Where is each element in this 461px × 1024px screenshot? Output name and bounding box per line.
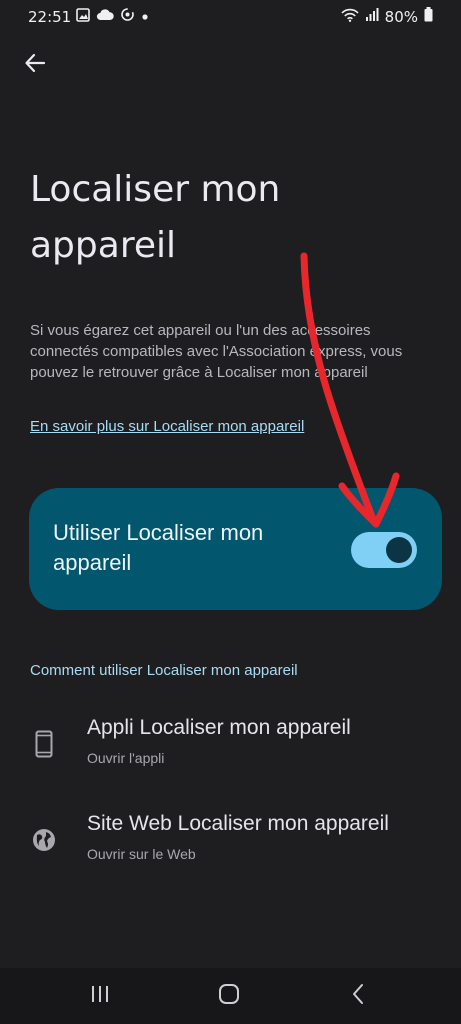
list-item-subtitle: Ouvrir l'appli	[87, 750, 165, 766]
how-to-use-section-header: Comment utiliser Localiser mon appareil	[30, 662, 298, 679]
list-item-subtitle: Ouvrir sur le Web	[87, 846, 196, 862]
use-find-my-device-label: Utiliser Localiser mon appareil	[53, 520, 264, 575]
switch-thumb	[386, 537, 412, 563]
list-item-app[interactable]: Appli Localiser mon appareil Ouvrir l'ap…	[0, 716, 461, 794]
status-time: 22:51	[28, 8, 72, 26]
dot-icon	[141, 8, 149, 26]
back-button[interactable]	[18, 48, 52, 82]
sync-icon	[120, 7, 135, 27]
list-item-website[interactable]: Site Web Localiser mon appareil Ouvrir s…	[0, 812, 461, 890]
image-icon	[76, 7, 90, 27]
globe-icon	[30, 826, 58, 854]
recents-button[interactable]	[85, 984, 115, 1008]
phone-icon	[30, 730, 58, 758]
recents-icon	[90, 984, 110, 1009]
list-item-title: Appli Localiser mon appareil	[87, 716, 351, 739]
page-description: Si vous égarez cet appareil ou l'un des …	[30, 322, 403, 381]
list-item-title: Site Web Localiser mon appareil	[87, 812, 389, 835]
home-button[interactable]	[214, 983, 244, 1010]
status-bar: 22:51 80%	[0, 0, 461, 36]
battery-percent: 80%	[384, 8, 418, 26]
use-find-my-device-card[interactable]: Utiliser Localiser mon appareil	[29, 488, 442, 610]
status-system-icons: 80%	[341, 7, 433, 27]
signal-icon	[365, 8, 379, 26]
arrow-back-icon	[24, 52, 46, 79]
learn-more-link[interactable]: En savoir plus sur Localiser mon apparei…	[30, 418, 304, 435]
page-title: Localiser mon appareil	[30, 169, 281, 266]
use-find-my-device-switch[interactable]	[351, 532, 417, 568]
back-nav-button[interactable]	[343, 983, 373, 1010]
status-notification-icons	[76, 7, 149, 27]
back-nav-icon	[351, 983, 365, 1010]
system-nav-bar	[0, 968, 461, 1024]
cloud-icon	[96, 8, 114, 26]
battery-icon	[424, 7, 433, 27]
wifi-icon	[341, 8, 359, 27]
home-icon	[218, 983, 240, 1010]
